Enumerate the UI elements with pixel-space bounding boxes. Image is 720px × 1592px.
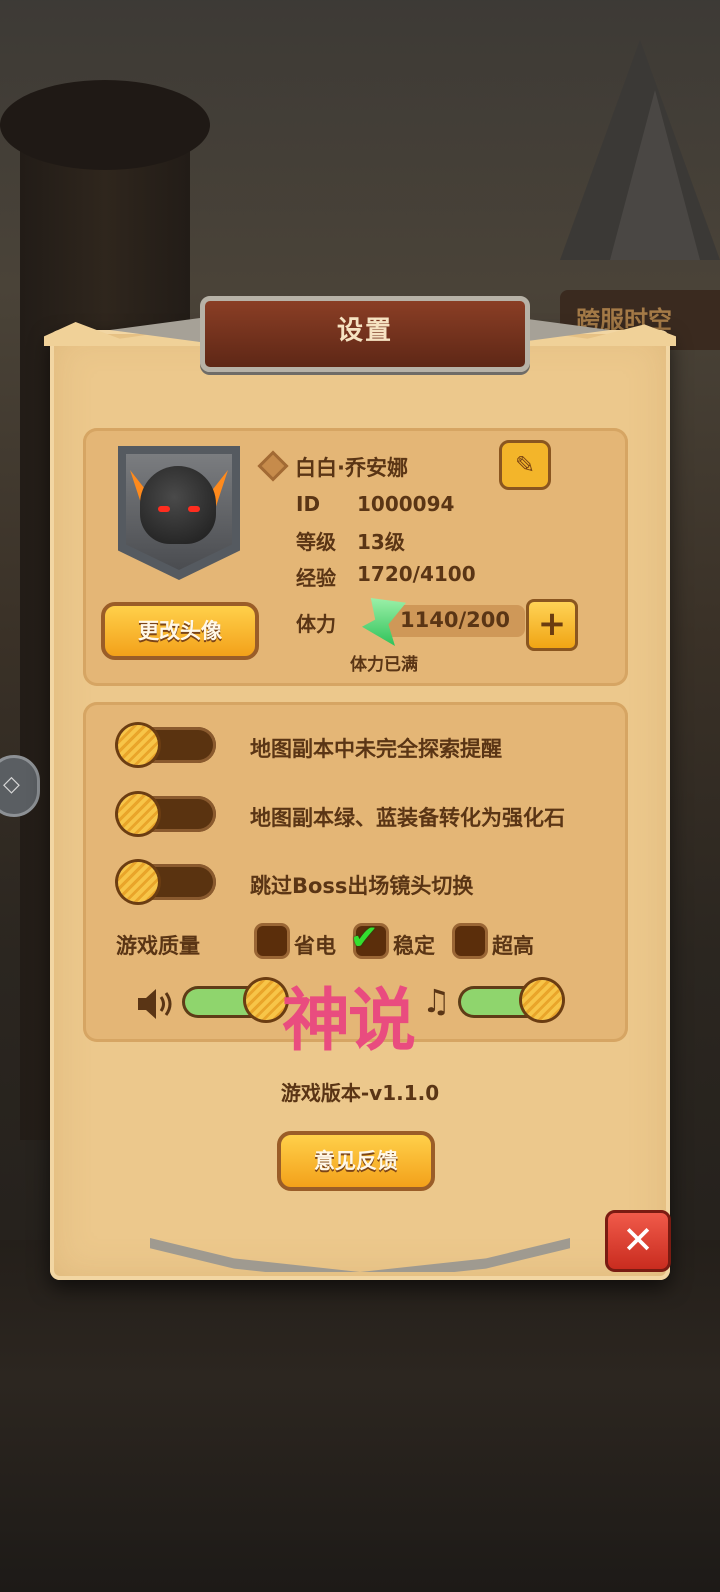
slider-knob: [246, 980, 286, 1020]
stamina-status: 体力已满: [350, 655, 418, 675]
version-text: 游戏版本-v1.1.0: [280, 1081, 440, 1105]
exp-label: 经验: [296, 566, 336, 590]
player-name: 白白·乔安娜: [295, 456, 408, 480]
change-avatar-button[interactable]: 更改头像: [101, 602, 259, 660]
close-icon: ✕: [622, 1218, 654, 1262]
option-label-explore-reminder: 地图副本中未完全探索提醒: [250, 737, 502, 761]
id-value: 1000094: [357, 492, 455, 516]
toggle-explore-reminder[interactable]: [118, 725, 216, 765]
stamina-value: 1140/200: [400, 608, 510, 632]
toggle-knob: [118, 862, 158, 902]
add-stamina-button[interactable]: +: [526, 599, 578, 651]
edit-name-button[interactable]: ✎: [499, 440, 551, 490]
stamina-label: 体力: [296, 612, 336, 636]
checkmark-icon: ✔: [350, 918, 379, 958]
quality-checkbox-ultra[interactable]: [455, 926, 485, 956]
id-label: ID: [296, 492, 321, 516]
avatar-eye-right: [188, 506, 200, 512]
quality-checkbox-power-save[interactable]: [257, 926, 287, 956]
music-note-icon: ♫: [422, 982, 451, 1020]
level-label: 等级: [296, 530, 336, 554]
quality-option-ultra: 超高: [492, 934, 534, 958]
watermark: 神说: [282, 982, 416, 1061]
option-label-convert-equipment: 地图副本绿、蓝装备转化为强化石: [250, 806, 565, 830]
avatar-eye-left: [158, 506, 170, 512]
music-volume-slider[interactable]: [458, 980, 562, 1020]
option-label-skip-boss-cutscene: 跳过Boss出场镜头切换: [250, 874, 474, 898]
plus-icon: +: [537, 604, 567, 644]
background-ground: [0, 1240, 720, 1592]
chevron-icon: ◇: [3, 772, 20, 797]
toggle-convert-equipment[interactable]: [118, 794, 216, 834]
quality-label: 游戏质量: [116, 934, 200, 958]
edit-icon: ✎: [514, 451, 536, 479]
exp-value: 1720/4100: [357, 562, 476, 586]
speaker-icon: [138, 989, 172, 1019]
background-tower-cap: [0, 80, 210, 170]
close-button[interactable]: ✕: [605, 1210, 671, 1272]
sound-volume-slider[interactable]: [182, 980, 286, 1020]
toggle-knob: [118, 794, 158, 834]
quality-option-power-save: 省电: [294, 934, 336, 958]
feedback-button[interactable]: 意见反馈: [277, 1131, 435, 1191]
level-value: 13级: [357, 530, 405, 554]
slider-knob: [522, 980, 562, 1020]
dialog-title: 设置: [336, 316, 393, 346]
quality-option-stable: 稳定: [393, 934, 435, 958]
toggle-knob: [118, 725, 158, 765]
toggle-skip-boss-cutscene[interactable]: [118, 862, 216, 902]
avatar-helmet: [140, 466, 216, 544]
